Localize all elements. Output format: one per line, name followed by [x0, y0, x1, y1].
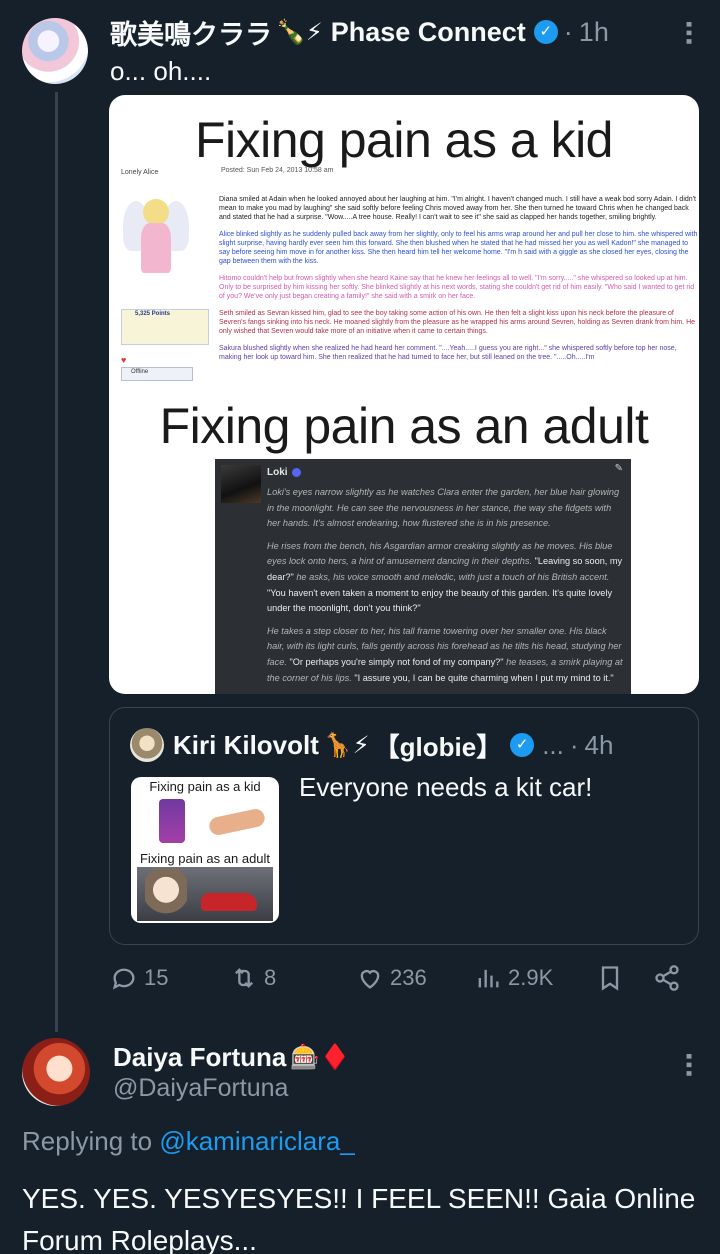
- loki-paragraph: Loki's eyes narrow slightly as he watche…: [267, 485, 623, 532]
- forum-paragraph: Diana smiled at Adain when he looked ann…: [219, 196, 696, 221]
- quoted-image-thumbnail[interactable]: Fixing pain as a kid Fixing pain as an a…: [131, 777, 279, 923]
- dialogue: "You haven't even taken a moment to enjo…: [267, 587, 613, 614]
- author-name[interactable]: 歌美鳴クララ: [110, 13, 272, 52]
- quoted-author-emoji: 🦒⚡: [322, 731, 370, 759]
- edit-pencil-icon: ✎: [614, 463, 623, 474]
- share-button[interactable]: [653, 964, 687, 992]
- reply-author-handle[interactable]: @DaiyaFortuna: [113, 1074, 288, 1103]
- bookmark-button[interactable]: [596, 964, 630, 992]
- forum-paragraph: Seth smiled as Sevran kissed him, glad t…: [219, 310, 696, 335]
- like-count: 236: [390, 965, 427, 990]
- quoted-tweet-text: Everyone needs a kit car!: [299, 772, 593, 802]
- tweet-text: o... oh....: [110, 56, 212, 86]
- thumb-title-top: Fixing pain as a kid: [149, 779, 261, 794]
- dialogue: "Or perhaps you're simply not fond of my…: [286, 656, 504, 667]
- author-org[interactable]: Phase Connect: [331, 17, 526, 48]
- author-avatar[interactable]: [22, 18, 88, 84]
- reply-text: YES. YES. YESYESYES!! I FEEL SEEN!! Gaia…: [22, 1183, 696, 1254]
- tweet-image[interactable]: Fixing pain as a kid Lonely Alice Posted…: [109, 95, 699, 694]
- tweet-time[interactable]: 1h: [579, 17, 609, 48]
- gaia-avatar-illustration: [123, 195, 189, 283]
- forum-post-body: Diana smiled at Adain when he looked ann…: [219, 195, 699, 370]
- quoted-time[interactable]: 4h: [585, 730, 614, 761]
- loki-name: Loki: [267, 467, 301, 478]
- quoted-ellipsis: ...: [542, 729, 564, 760]
- replying-to-link[interactable]: @kaminariclara_: [159, 1126, 354, 1156]
- thumb-title-bottom: Fixing pain as an adult: [139, 851, 271, 866]
- separator-dot: ·: [569, 729, 579, 760]
- tweet-header: 歌美鳴クララ 🍾⚡ Phase Connect ✓ · 1h: [110, 14, 700, 50]
- bandaid-illustration: [207, 807, 267, 837]
- forum-paragraph: Alice blinked slightly as he suddenly pu…: [219, 231, 698, 265]
- replying-prefix: Replying to: [22, 1126, 160, 1156]
- forum-username: Lonely Alice: [121, 169, 159, 176]
- reply-author-name[interactable]: Daiya Fortuna: [113, 1042, 286, 1073]
- red-kit-car: [201, 893, 257, 911]
- view-count: 2.9K: [508, 965, 554, 990]
- meme-title-top: Fixing pain as a kid: [194, 112, 614, 168]
- reply-icon: [112, 968, 135, 990]
- avatar-dress: [141, 223, 171, 273]
- loki-paragraph: He takes a step closer to her, his tall …: [267, 624, 623, 686]
- thread-connector-line: [55, 92, 58, 1032]
- repost-count: 8: [264, 965, 277, 990]
- tweet-action-bar: 15 8 236 2.9K: [110, 964, 690, 1000]
- repost-button[interactable]: 8: [230, 964, 276, 992]
- medicine-bottle-illustration: [159, 799, 185, 843]
- quoted-author-name[interactable]: Kiri Kilovolt: [173, 730, 319, 761]
- chatbot-message-card: Loki ✎ Loki's eyes narrow slightly as he…: [215, 459, 631, 694]
- gold-points-label: 5,325 Points: [135, 311, 171, 317]
- dialogue: "I assure you, I can be quite charming w…: [354, 672, 614, 683]
- repost-icon: [235, 968, 253, 988]
- heart-icon: [360, 970, 380, 989]
- reply-count: 15: [144, 965, 169, 990]
- analytics-icon: [478, 969, 499, 988]
- loki-avatar: [221, 465, 261, 503]
- heart-icon: ♥: [121, 355, 127, 365]
- loki-paragraph: He rises from the bench, his Asgardian a…: [267, 539, 623, 617]
- reply-author-emoji: 🎰♦️: [290, 1043, 351, 1071]
- more-options-icon[interactable]: ⋯: [674, 1052, 704, 1076]
- verified-badge-icon: ✓: [533, 20, 558, 44]
- online-status-label: Offline: [131, 369, 149, 375]
- reply-author-avatar[interactable]: [22, 1038, 90, 1106]
- loki-message: Loki's eyes narrow slightly as he watche…: [267, 485, 623, 693]
- quoted-author-avatar[interactable]: [130, 728, 164, 762]
- narration: he asks, his voice smooth and melodic, w…: [293, 571, 610, 582]
- narration: Loki's eyes narrow slightly as he watche…: [267, 487, 620, 529]
- author-emoji: 🍾⚡: [276, 18, 323, 46]
- verified-badge-icon: ✓: [510, 733, 535, 757]
- quoted-author-org[interactable]: 【globie】: [374, 727, 503, 764]
- replying-to-line: Replying to @kaminariclara_: [22, 1126, 355, 1157]
- share-icon: [655, 965, 679, 991]
- reply-header: Daiya Fortuna 🎰♦️: [113, 1038, 350, 1076]
- separator-dot: ·: [563, 16, 573, 47]
- quoted-tweet-header: Kiri Kilovolt 🦒⚡ 【globie】 ✓ ... · 4h: [173, 726, 683, 764]
- more-options-icon[interactable]: ⋯: [674, 20, 704, 44]
- like-button[interactable]: 236: [356, 964, 427, 992]
- views-button[interactable]: 2.9K: [474, 964, 553, 992]
- anime-character: [145, 869, 187, 921]
- bookmark-icon: [601, 966, 619, 991]
- reply-button[interactable]: 15: [110, 964, 168, 992]
- loki-name-text: Loki: [267, 467, 288, 478]
- forum-paragraph: Hitomo couldn't help but frown slightly …: [219, 275, 695, 300]
- forum-posted-date: Posted: Sun Feb 24, 2013 10:58 am: [221, 167, 334, 174]
- bot-badge-icon: [291, 467, 301, 477]
- meme-title-bottom: Fixing pain as an adult: [159, 398, 649, 454]
- avatar-hair: [143, 199, 169, 225]
- forum-paragraph: Sakura blushed slightly when she realize…: [219, 345, 677, 361]
